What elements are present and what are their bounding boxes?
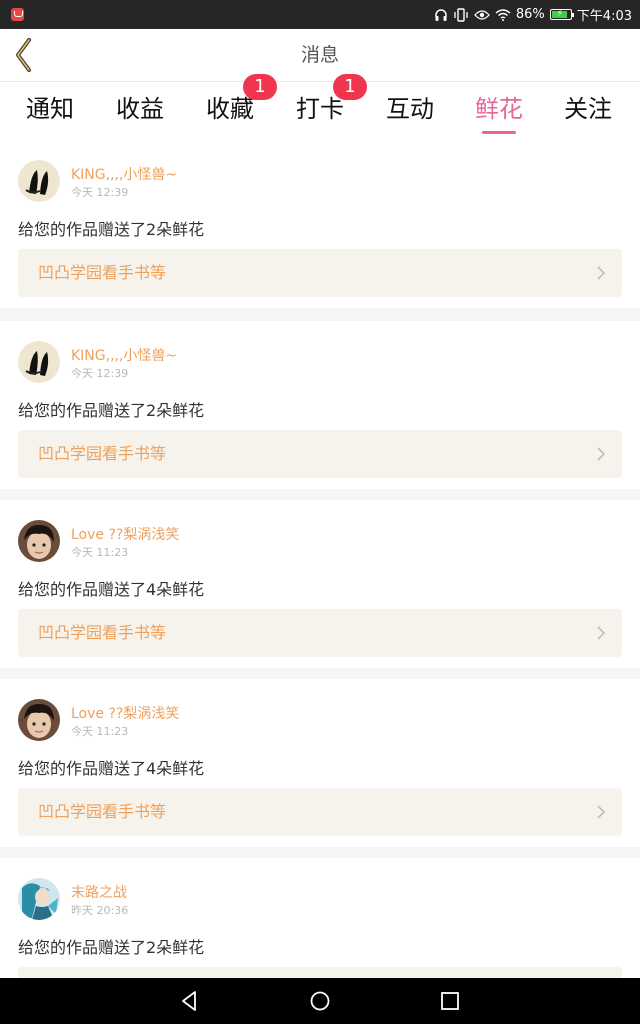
square-recents-icon[interactable] xyxy=(438,989,462,1013)
artwork-title: 凹凸学园看手书等 xyxy=(38,802,167,821)
unread-badge: 1 xyxy=(243,74,277,100)
message-list[interactable]: KING,,,,小怪兽~ 今天 12:39 给您的作品赠送了2朵鲜花 凹凸学园看手书等… xyxy=(0,140,640,978)
tab-0[interactable]: 通知 xyxy=(5,82,95,140)
message-text: 给您的作品赠送了2朵鲜花 xyxy=(18,938,205,957)
status-bar: 86% ⚡ 下午4:03 xyxy=(0,0,640,29)
timestamp: 今天 12:39 xyxy=(71,367,129,380)
artwork-title: 凹凸学园看手书等 xyxy=(38,623,167,642)
back-button[interactable] xyxy=(6,35,46,75)
avatar[interactable] xyxy=(18,160,60,202)
username[interactable]: KING,,,,小怪兽~ xyxy=(71,164,177,184)
triangle-back-icon[interactable] xyxy=(178,989,202,1013)
tab-1[interactable]: 收益 xyxy=(95,82,185,140)
tab-6[interactable]: 关注 xyxy=(543,82,633,140)
tab-3[interactable]: 打卡 1 xyxy=(275,74,367,140)
message-text: 给您的作品赠送了2朵鲜花 xyxy=(18,220,205,239)
vibrate-icon xyxy=(454,7,468,22)
message-card: KING,,,,小怪兽~ 今天 12:39 给您的作品赠送了2朵鲜花凹凸学园看手书等 xyxy=(0,321,640,489)
tab-label: 关注 xyxy=(564,95,612,123)
unread-badge: 1 xyxy=(333,74,367,100)
tab-2[interactable]: 收藏 1 xyxy=(185,74,277,140)
chevron-right-icon xyxy=(597,805,606,819)
message-card: Love ??梨涡浅笑今天 11:23 给您的作品赠送了4朵鲜花凹凸学园看手书等 xyxy=(0,500,640,668)
chevron-right-icon xyxy=(597,626,606,640)
username[interactable]: KING,,,,小怪兽~ xyxy=(71,345,177,365)
artwork-link[interactable]: 凹凸学园看手书等 xyxy=(18,609,622,657)
timestamp: 今天 12:39 xyxy=(71,186,129,199)
message-text: 给您的作品赠送了2朵鲜花 xyxy=(18,401,205,420)
headset-icon xyxy=(435,8,447,21)
artwork-title: 凹凸学园看手书等 xyxy=(38,444,167,463)
system-nav-bar xyxy=(0,978,640,1024)
tab-5[interactable]: 鲜花 xyxy=(454,82,544,140)
artwork-title: 凹凸学园看手书等 xyxy=(38,967,166,978)
username[interactable]: 末路之战 xyxy=(71,882,127,902)
message-text: 给您的作品赠送了4朵鲜花 xyxy=(18,759,205,778)
tab-bar: 通知 收益 收藏 1 打卡 1 互动 鲜花 关注 xyxy=(0,74,640,140)
battery-percent: 86% xyxy=(515,7,545,22)
active-tab-indicator xyxy=(482,131,516,134)
artwork-link[interactable]: 凹凸学园看手书等 xyxy=(18,788,622,836)
username[interactable]: Love ??梨涡浅笑 xyxy=(71,524,179,544)
eye-icon xyxy=(474,9,490,20)
tab-label: 收益 xyxy=(116,95,164,123)
chevron-right-icon xyxy=(597,447,606,461)
avatar[interactable] xyxy=(18,878,60,920)
app-notification-icon xyxy=(11,8,24,21)
username[interactable]: Love ??梨涡浅笑 xyxy=(71,703,179,723)
title-bar: 消息 xyxy=(0,29,640,82)
timestamp: 今天 11:23 xyxy=(71,725,129,738)
tab-label: 通知 xyxy=(26,95,74,123)
message-text: 给您的作品赠送了4朵鲜花 xyxy=(18,580,205,599)
charging-icon: ⚡ xyxy=(556,9,564,19)
tab-4[interactable]: 互动 xyxy=(365,82,455,140)
clock: 下午4:03 xyxy=(576,9,632,24)
battery-icon: ⚡ xyxy=(549,9,574,20)
artwork-link[interactable]: 凹凸学园看手书等 xyxy=(18,249,622,297)
avatar[interactable] xyxy=(18,520,60,562)
status-icons: 86% ⚡ 下午4:03 xyxy=(434,4,632,25)
artwork-title: 凹凸学园看手书等 xyxy=(38,263,167,282)
avatar[interactable] xyxy=(18,699,60,741)
chevron-right-icon xyxy=(597,266,606,280)
message-card: 末路之战昨天 20:36 给您的作品赠送了2朵鲜花凹凸学园看手书等 xyxy=(0,858,640,978)
artwork-link[interactable]: 凹凸学园看手书等 xyxy=(18,967,622,978)
timestamp: 今天 11:23 xyxy=(71,546,129,559)
circle-home-icon[interactable] xyxy=(308,989,332,1013)
tab-label: 收藏 xyxy=(206,95,254,123)
page-title: 消息 xyxy=(300,44,339,66)
avatar[interactable] xyxy=(18,341,60,383)
tab-label: 打卡 xyxy=(296,95,344,123)
chevron-left-icon xyxy=(16,38,31,72)
artwork-link[interactable]: 凹凸学园看手书等 xyxy=(18,430,622,478)
tab-label: 鲜花 xyxy=(475,95,523,123)
wifi-icon xyxy=(495,9,511,21)
tab-label: 互动 xyxy=(386,95,434,123)
message-card: KING,,,,小怪兽~ 今天 12:39 给您的作品赠送了2朵鲜花凹凸学园看手书等 xyxy=(0,140,640,308)
timestamp: 昨天 20:36 xyxy=(71,904,129,917)
message-card: Love ??梨涡浅笑今天 11:23 给您的作品赠送了4朵鲜花凹凸学园看手书等 xyxy=(0,679,640,847)
